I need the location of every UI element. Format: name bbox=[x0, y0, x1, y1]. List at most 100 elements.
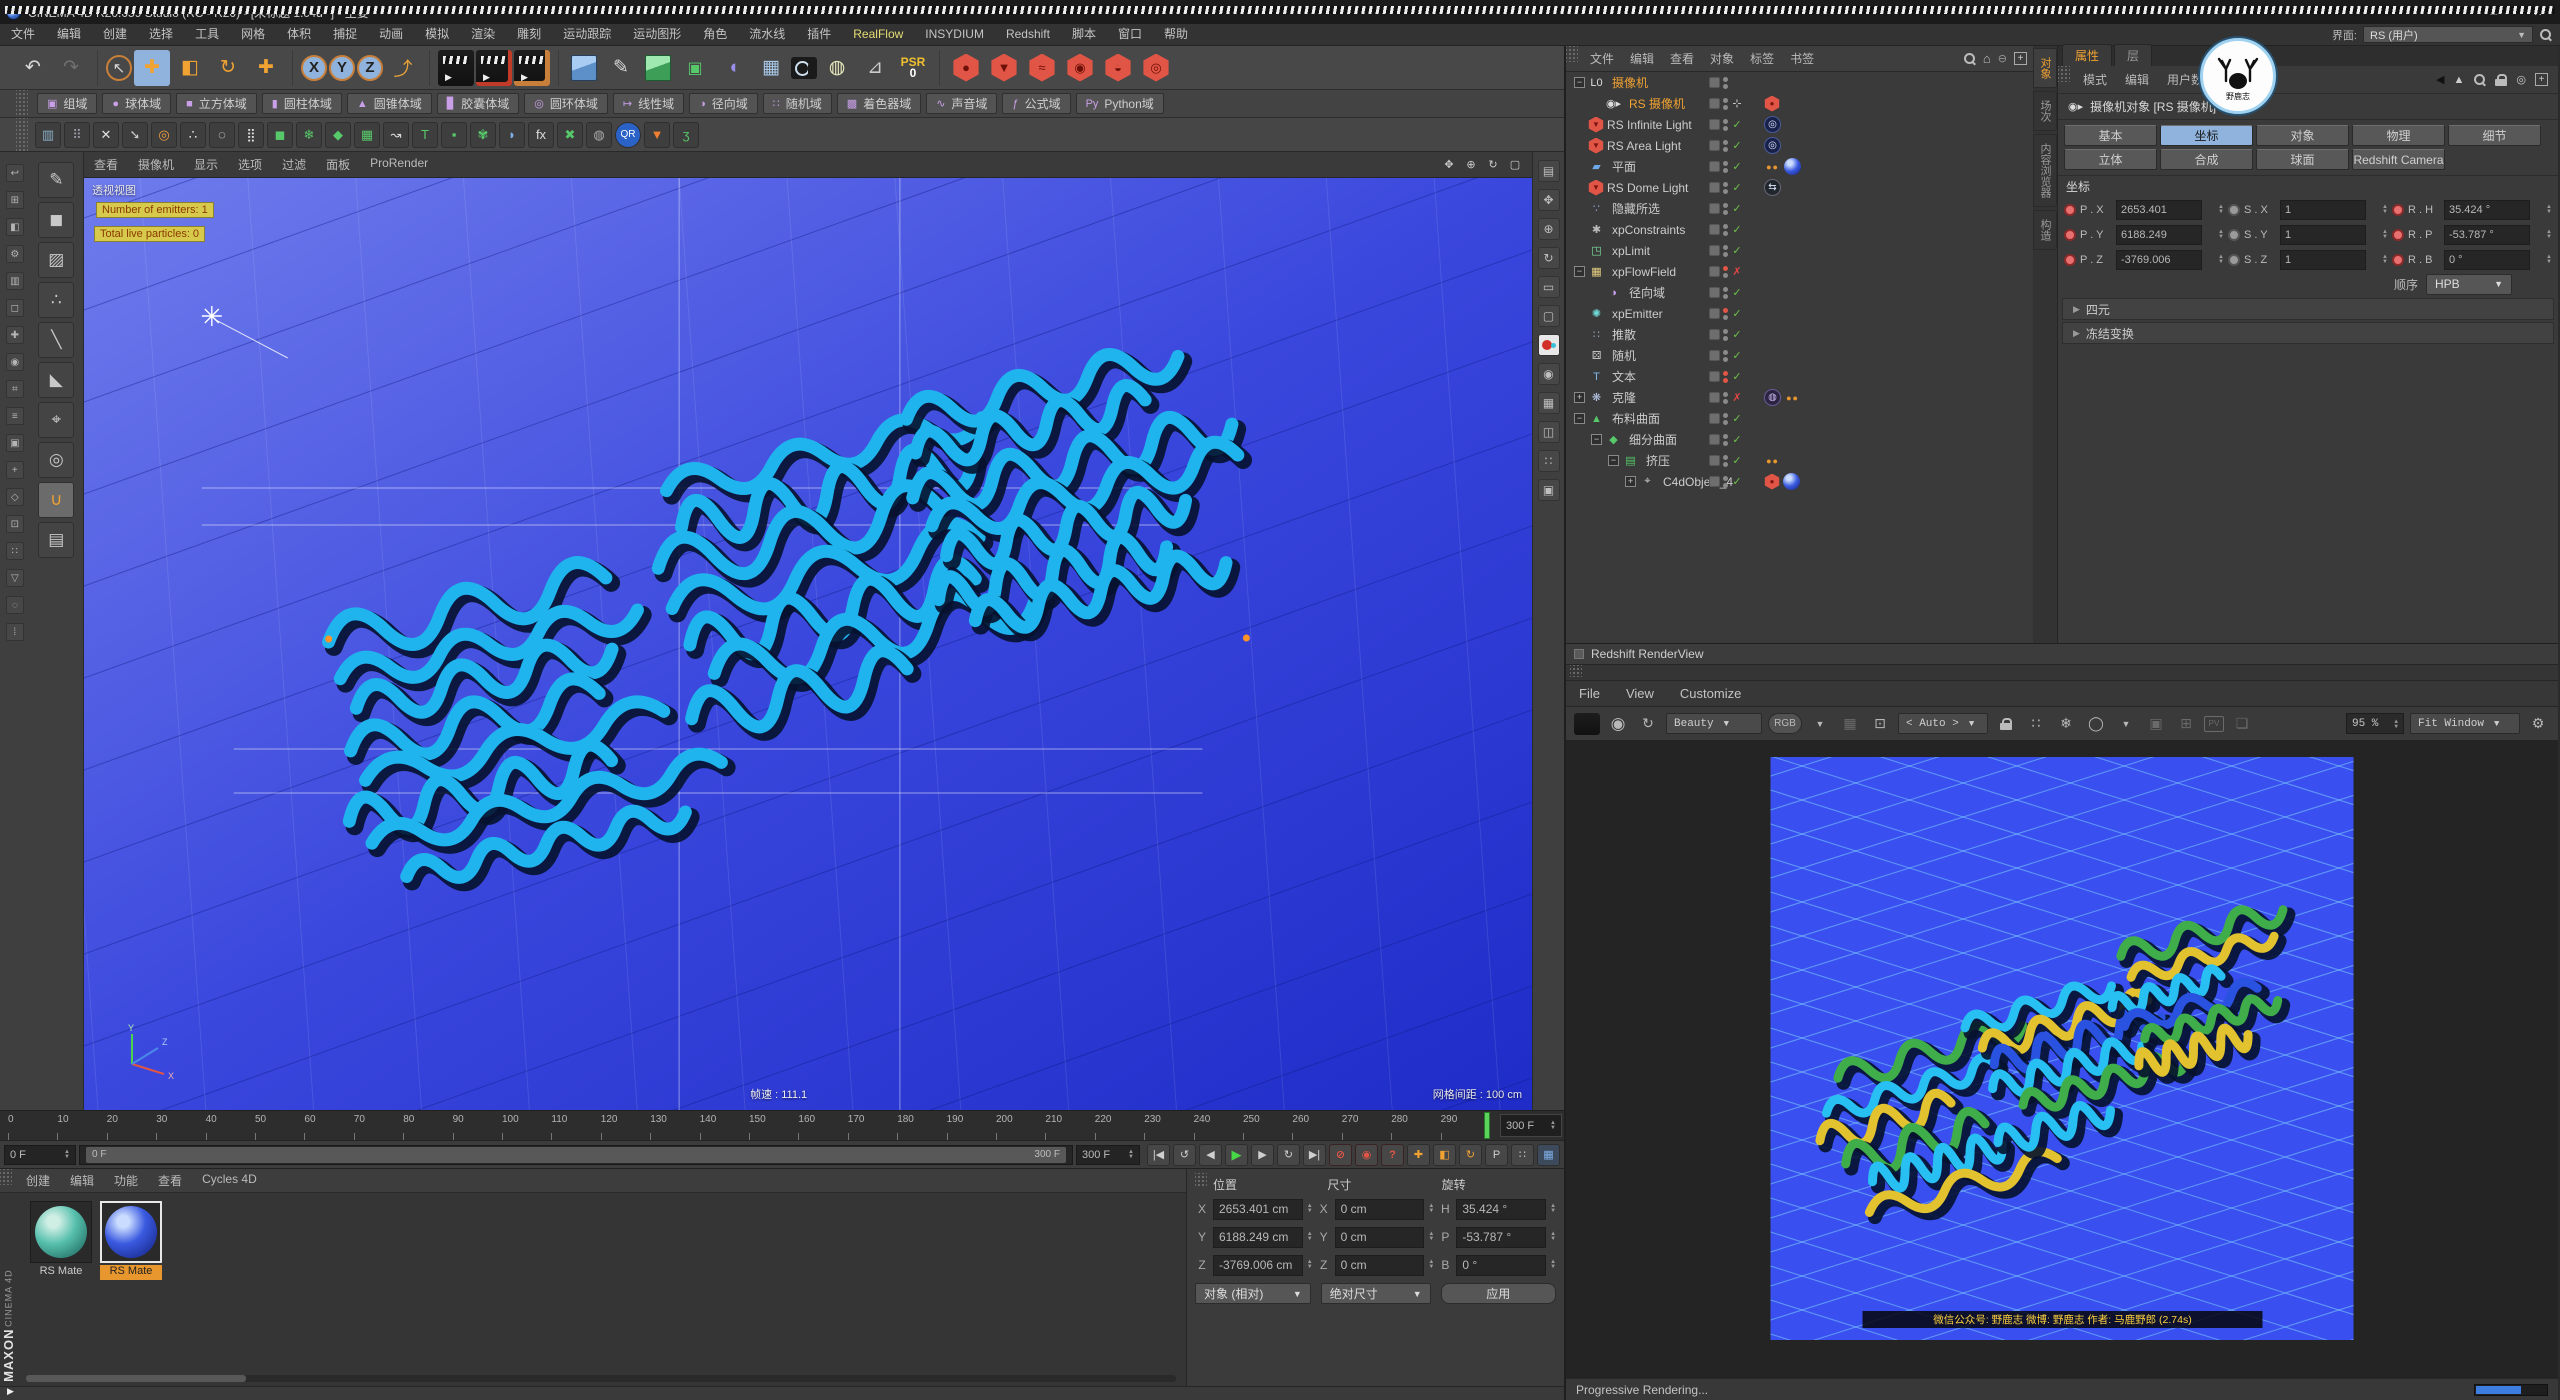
om-menu-书签[interactable]: 书签 bbox=[1782, 50, 1822, 67]
bucket-dropdown[interactable]: < Auto >▼ bbox=[1898, 713, 1988, 734]
key-position-button[interactable]: ✚ bbox=[1407, 1144, 1430, 1166]
palette-icon[interactable]: ◧ bbox=[6, 218, 24, 236]
spinner-arrows-icon[interactable]: ▲▼ bbox=[2218, 205, 2224, 215]
rv-menu-View[interactable]: View bbox=[1613, 686, 1667, 701]
mesh-cube-icon[interactable]: ▦ bbox=[354, 122, 380, 148]
material-menu-编辑[interactable]: 编辑 bbox=[60, 1172, 104, 1189]
send-to-pv-icon[interactable]: PV bbox=[2204, 716, 2224, 732]
drag-handle[interactable] bbox=[2058, 66, 2070, 82]
editor-visibility-dot[interactable] bbox=[1723, 329, 1728, 334]
keyframe-dot[interactable] bbox=[2064, 229, 2076, 241]
render-visibility-dot[interactable] bbox=[1723, 189, 1728, 194]
render-visibility-dot[interactable] bbox=[1723, 441, 1728, 446]
rs-camera-view-icon[interactable] bbox=[1538, 334, 1560, 356]
object-row[interactable]: ▼RS Infinite Light✓◎ bbox=[1566, 114, 2033, 135]
rs-environment-icon[interactable]: ≈ bbox=[1024, 50, 1060, 86]
viewport-menu-选项[interactable]: 选项 bbox=[228, 156, 272, 173]
layer-toggle[interactable] bbox=[1709, 224, 1720, 235]
rotation-order-dropdown[interactable]: HPB▼ bbox=[2426, 274, 2512, 295]
object-name[interactable]: 随机 bbox=[1612, 347, 1636, 364]
formula-field-button[interactable]: ƒ公式域 bbox=[1002, 93, 1070, 114]
make-editable-icon[interactable]: ✎ bbox=[38, 162, 74, 198]
menu-脚本[interactable]: 脚本 bbox=[1061, 24, 1107, 45]
drag-handle[interactable] bbox=[16, 118, 28, 151]
object-name[interactable]: xpFlowField bbox=[1612, 265, 1676, 279]
render-visibility-dot[interactable] bbox=[1723, 483, 1728, 488]
bspline-icon[interactable]: ʒ bbox=[673, 122, 699, 148]
render-visibility-dot[interactable] bbox=[1723, 273, 1728, 278]
home-icon[interactable]: ⌂ bbox=[1983, 51, 1991, 66]
new-panel-icon[interactable]: + bbox=[2535, 73, 2548, 86]
enable-check-icon[interactable]: ✓ bbox=[1731, 433, 1743, 446]
object-name[interactable]: 挤压 bbox=[1646, 452, 1670, 469]
workplane-mode-icon[interactable]: ▤ bbox=[38, 522, 74, 558]
render-settings-icon[interactable] bbox=[476, 50, 512, 86]
falloff-arrow-icon[interactable]: ▼ bbox=[644, 122, 670, 148]
effector-fx-icon[interactable]: fx bbox=[528, 122, 554, 148]
menu-雕刻[interactable]: 雕刻 bbox=[506, 24, 552, 45]
editor-visibility-dot[interactable] bbox=[1723, 455, 1728, 460]
keyframe-dot[interactable] bbox=[2228, 229, 2240, 241]
menu-文件[interactable]: 文件 bbox=[0, 24, 46, 45]
layer-toggle[interactable] bbox=[1709, 98, 1720, 109]
enable-check-icon[interactable]: ✓ bbox=[1731, 286, 1743, 299]
layer-toggle[interactable] bbox=[1709, 245, 1720, 256]
material-thumbnail[interactable] bbox=[30, 1201, 92, 1263]
current-frame-field[interactable]: 0 F ▲▼ bbox=[4, 1145, 76, 1165]
value-field[interactable]: 0 cm bbox=[1335, 1227, 1425, 1248]
menu-角色[interactable]: 角色 bbox=[692, 24, 738, 45]
layer-toggle[interactable] bbox=[1709, 308, 1720, 319]
drag-handle[interactable] bbox=[1566, 46, 1578, 62]
play-reverse-button[interactable]: ↺ bbox=[1173, 1144, 1196, 1166]
render-canvas[interactable]: 微信公众号: 野鹿志 微博: 野鹿志 作者: 马鹿野郎 (2.74s) bbox=[1566, 741, 2558, 1378]
viewport-menu-面板[interactable]: 面板 bbox=[316, 156, 360, 173]
enable-check-icon[interactable]: ✓ bbox=[1731, 307, 1743, 320]
maximize-view-icon[interactable]: ▢ bbox=[1538, 305, 1560, 327]
layer-toggle[interactable] bbox=[1709, 77, 1720, 88]
editor-visibility-dot[interactable] bbox=[1723, 182, 1728, 187]
enable-check-icon[interactable]: ✓ bbox=[1731, 475, 1743, 488]
layer-toggle[interactable] bbox=[1709, 329, 1720, 340]
snapshot-icon[interactable]: ▣ bbox=[2144, 712, 2168, 736]
viewport-menu-摄像机[interactable]: 摄像机 bbox=[128, 156, 184, 173]
render-visibility-dot[interactable] bbox=[1723, 357, 1728, 362]
spinner-arrows-icon[interactable]: ▲▼ bbox=[2546, 230, 2552, 240]
protection-tag-icon[interactable]: ●● bbox=[1764, 452, 1781, 469]
menu-窗口[interactable]: 窗口 bbox=[1107, 24, 1153, 45]
lock-z-icon[interactable]: Z bbox=[357, 55, 383, 81]
playhead[interactable] bbox=[1484, 1112, 1490, 1139]
editor-visibility-dot[interactable] bbox=[1723, 434, 1728, 439]
enable-check-icon[interactable]: ✓ bbox=[1731, 139, 1743, 152]
palette-icon[interactable]: ◻ bbox=[6, 299, 24, 317]
render-visibility-dot[interactable] bbox=[1723, 231, 1728, 236]
goto-start-button[interactable]: |◀ bbox=[1147, 1144, 1170, 1166]
attr-tab-属性[interactable]: 属性 bbox=[2062, 44, 2112, 66]
layer-toggle[interactable] bbox=[1709, 266, 1720, 277]
keyframe-dot[interactable] bbox=[2392, 254, 2404, 266]
drag-handle[interactable] bbox=[1195, 1173, 1207, 1187]
capsule-field-button[interactable]: ▊胶囊体域 bbox=[437, 93, 519, 114]
om-menu-编辑[interactable]: 编辑 bbox=[1622, 50, 1662, 67]
palette-icon[interactable]: ⌗ bbox=[6, 380, 24, 398]
edge-mode-icon[interactable]: ╲ bbox=[38, 322, 74, 358]
rs-proxy-icon[interactable]: ◒ bbox=[1100, 50, 1136, 86]
material-menu-查看[interactable]: 查看 bbox=[148, 1172, 192, 1189]
om-menu-查看[interactable]: 查看 bbox=[1662, 50, 1702, 67]
render-visibility-dot[interactable] bbox=[1723, 168, 1728, 173]
value-field[interactable]: 2653.401 cm bbox=[1213, 1199, 1303, 1220]
value-field[interactable]: 0 cm bbox=[1335, 1255, 1425, 1276]
fit-dropdown[interactable]: Fit Window▼ bbox=[2410, 713, 2520, 734]
channel-caret-icon[interactable]: ▼ bbox=[1808, 712, 1832, 736]
editor-visibility-dot[interactable] bbox=[1723, 98, 1728, 103]
render-visibility-dot[interactable] bbox=[1723, 420, 1728, 425]
object-row[interactable]: −L0摄像机 bbox=[1566, 72, 2033, 93]
menu-动画[interactable]: 动画 bbox=[368, 24, 414, 45]
palette-icon[interactable]: ✚ bbox=[6, 326, 24, 344]
render-visibility-dot[interactable] bbox=[1723, 294, 1728, 299]
key-pla-button[interactable]: ∷ bbox=[1511, 1144, 1534, 1166]
add-subdivision-icon[interactable] bbox=[645, 55, 671, 81]
live-select-icon[interactable]: ↖ bbox=[106, 55, 132, 81]
coord-field[interactable]: 35.424 ° bbox=[2444, 200, 2530, 220]
rs-tag-icon[interactable]: ● bbox=[1764, 96, 1780, 112]
object-name[interactable]: RS Infinite Light bbox=[1607, 118, 1692, 132]
